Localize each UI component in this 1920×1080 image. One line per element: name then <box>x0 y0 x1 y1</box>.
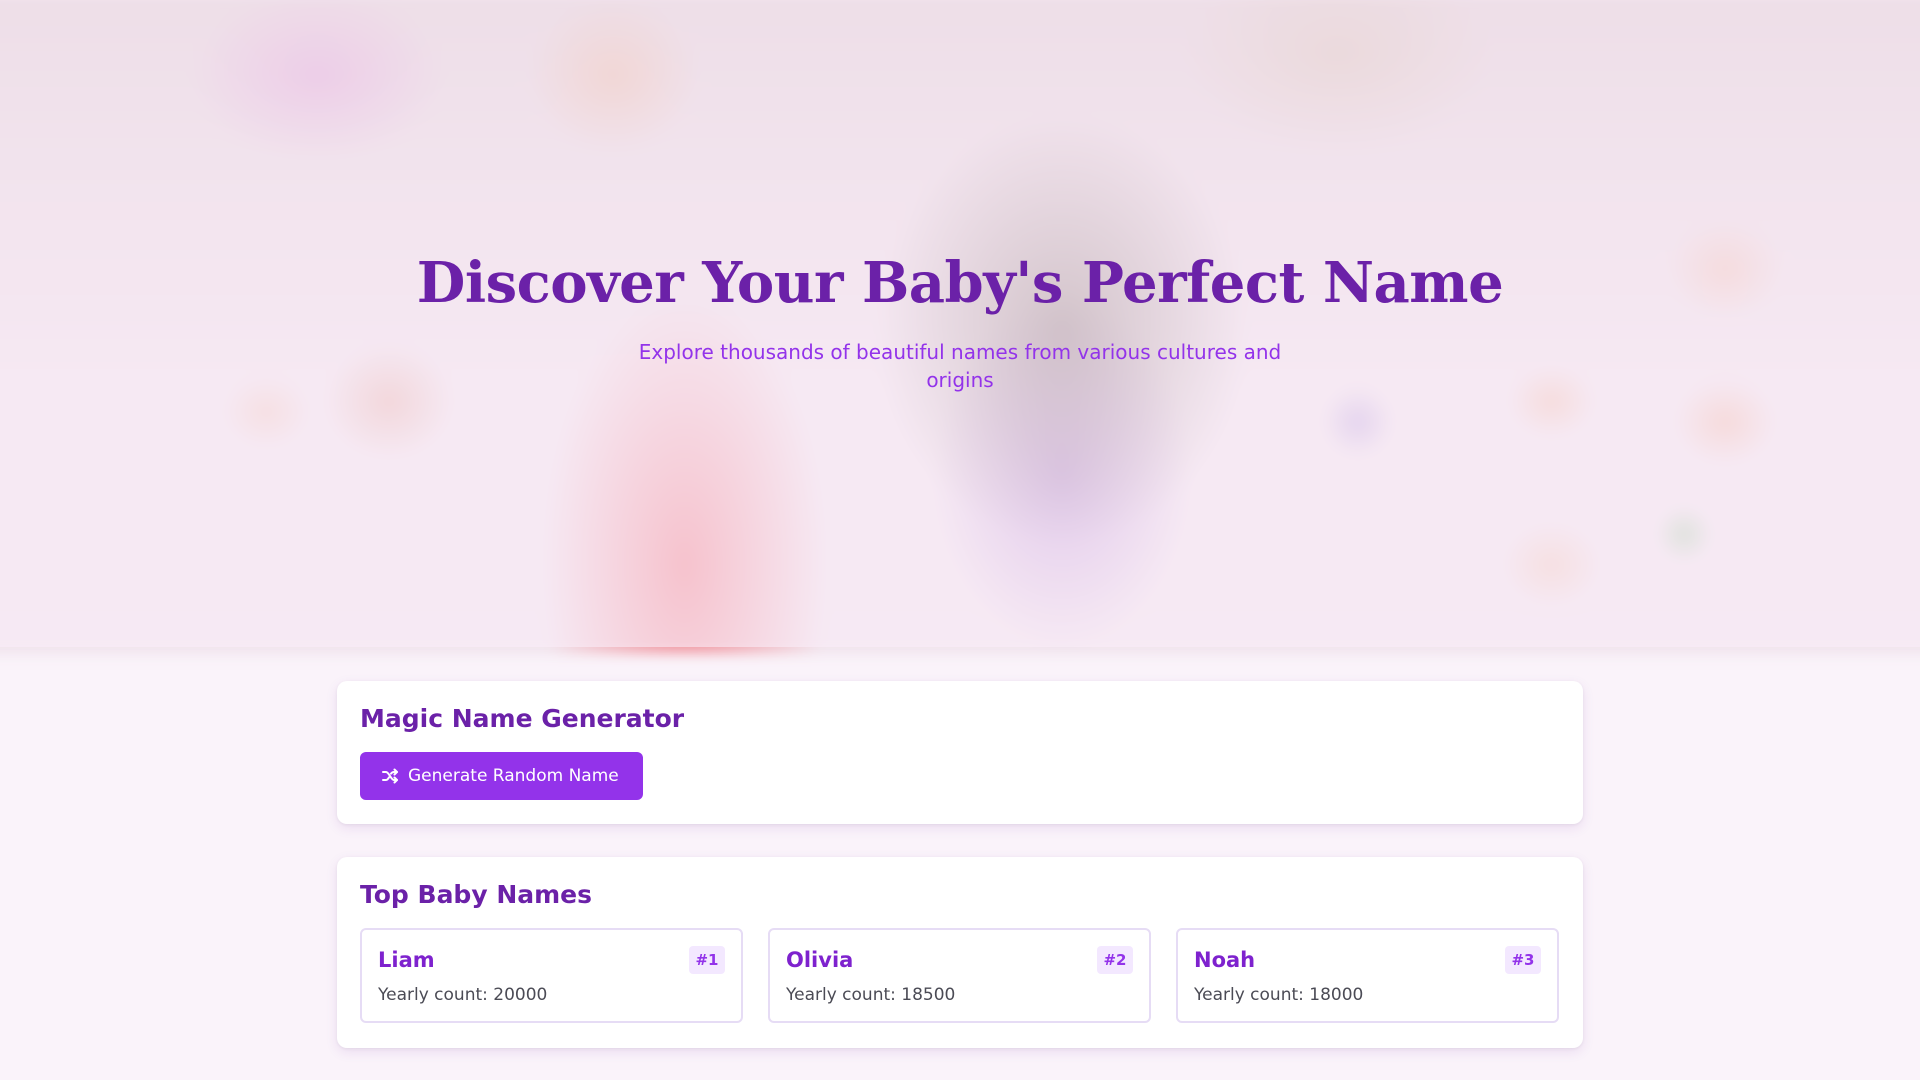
yearly-count: Yearly count: 20000 <box>378 985 548 1005</box>
name-card-liam[interactable]: Liam #1 Yearly count: 20000 <box>360 928 743 1023</box>
generator-title: Magic Name Generator <box>360 704 685 733</box>
generate-button-label: Generate Random Name <box>408 766 619 786</box>
hero-subtitle: Explore thousands of beautiful names fro… <box>638 340 1282 392</box>
baby-name: Olivia <box>786 948 854 972</box>
rank-badge: #3 <box>1505 946 1541 974</box>
baby-name: Liam <box>378 948 435 972</box>
generate-random-name-button[interactable]: Generate Random Name <box>360 752 643 800</box>
yearly-count: Yearly count: 18500 <box>786 985 956 1005</box>
name-card-noah[interactable]: Noah #3 Yearly count: 18000 <box>1176 928 1559 1023</box>
yearly-count: Yearly count: 18000 <box>1194 985 1364 1005</box>
top-baby-names-card: Top Baby Names Liam #1 Yearly count: 200… <box>337 857 1583 1048</box>
top-names-list: Liam #1 Yearly count: 20000 Olivia #2 Ye… <box>360 928 1560 1023</box>
name-card-olivia[interactable]: Olivia #2 Yearly count: 18500 <box>768 928 1151 1023</box>
shuffle-icon <box>382 768 398 784</box>
rank-badge: #1 <box>689 946 725 974</box>
baby-name: Noah <box>1194 948 1256 972</box>
name-generator-card: Magic Name Generator Generate Random Nam… <box>337 681 1583 824</box>
hero-content: Discover Your Baby's Perfect Name Explor… <box>0 0 1920 647</box>
rank-badge: #2 <box>1097 946 1133 974</box>
hero-title: Discover Your Baby's Perfect Name <box>416 250 1504 316</box>
top-names-title: Top Baby Names <box>360 880 593 909</box>
